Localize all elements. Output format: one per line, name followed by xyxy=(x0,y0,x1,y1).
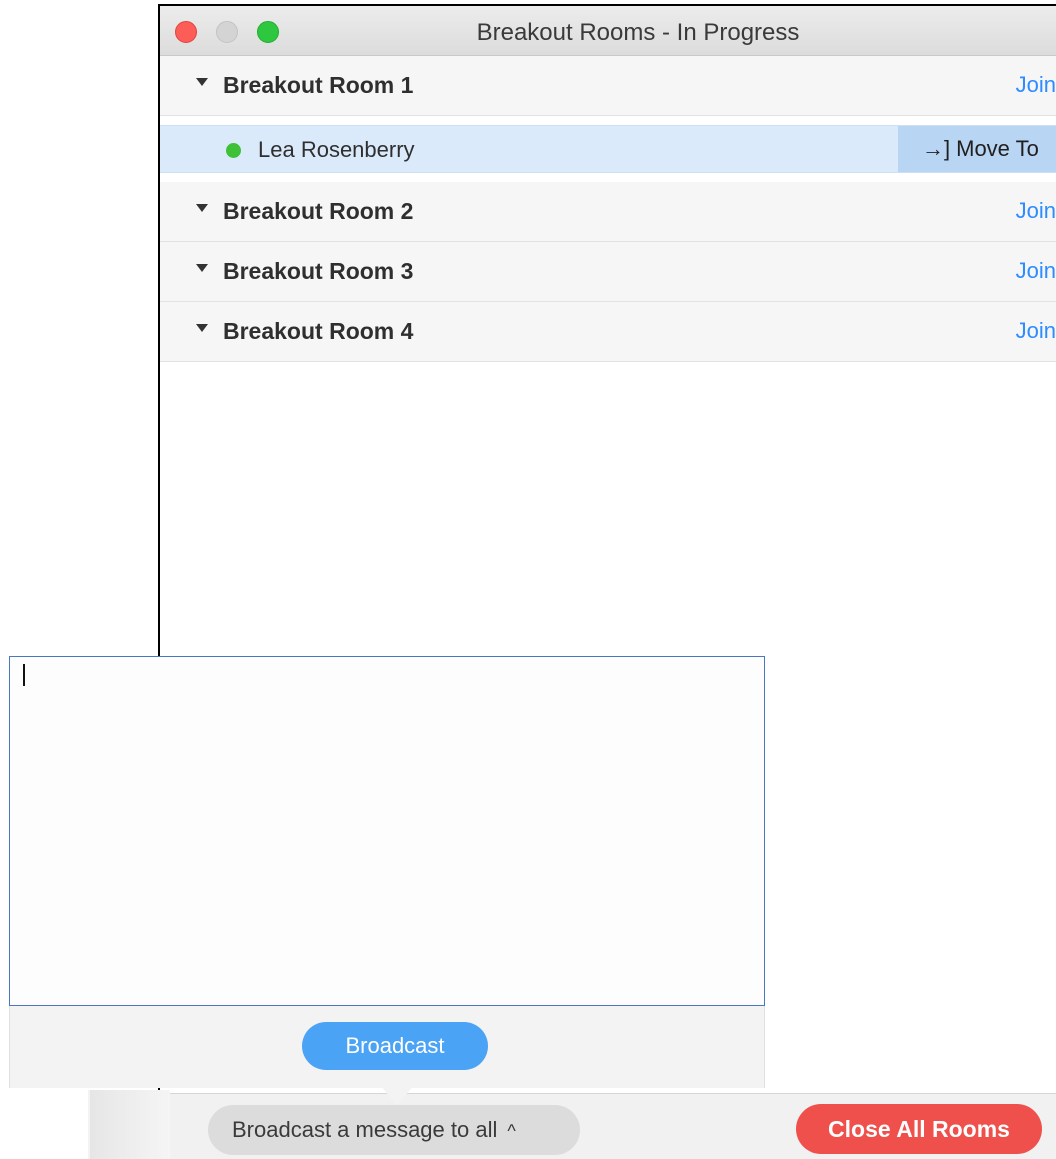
join-room-4-link[interactable]: Join xyxy=(1016,318,1056,344)
window-title: Breakout Rooms - In Progress xyxy=(476,19,800,46)
room-name: Breakout Room 4 xyxy=(223,318,414,344)
room-row-1[interactable]: Breakout Room 1 Join xyxy=(160,56,1056,116)
room-row-4[interactable]: Breakout Room 4 Join xyxy=(160,302,1056,362)
participant-status-dot-icon xyxy=(226,143,241,158)
broadcast-popup-footer: Broadcast xyxy=(9,1006,765,1088)
room-name: Breakout Room 1 xyxy=(223,72,414,98)
background-window-fragment xyxy=(0,1090,170,1159)
participant-row[interactable]: Lea Rosenberry →] Move To xyxy=(160,125,1056,173)
move-to-icon: →] xyxy=(922,136,951,161)
title-bar: Breakout Rooms - In Progress xyxy=(160,6,1056,56)
broadcast-popup: Broadcast xyxy=(9,656,765,1106)
background-panel xyxy=(0,1090,88,1159)
close-all-rooms-button[interactable]: Close All Rooms xyxy=(796,1104,1042,1154)
room-row-2[interactable]: Breakout Room 2 Join xyxy=(160,182,1056,242)
participant-name: Lea Rosenberry xyxy=(258,137,415,162)
background-panel xyxy=(90,1090,170,1159)
room-name: Breakout Room 2 xyxy=(223,198,414,224)
move-to-label: Move To xyxy=(956,136,1039,161)
room-list: Breakout Room 1 Join Lea Rosenberry →] Mo… xyxy=(160,56,1056,362)
join-room-1-link[interactable]: Join xyxy=(1016,72,1056,98)
spacer xyxy=(160,116,1056,125)
move-to-button[interactable]: →] Move To xyxy=(898,126,1056,172)
expand-caret-icon[interactable] xyxy=(196,264,208,272)
expand-caret-icon[interactable] xyxy=(196,324,208,332)
popup-pointer-arrow xyxy=(381,1086,413,1106)
room-row-3[interactable]: Breakout Room 3 Join xyxy=(160,242,1056,302)
broadcast-pill-label: Broadcast a message to all xyxy=(232,1117,498,1142)
broadcast-message-to-all-button[interactable]: Broadcast a message to all ^ xyxy=(208,1105,580,1155)
spacer xyxy=(160,173,1056,182)
text-cursor xyxy=(23,664,25,686)
chevron-up-icon: ^ xyxy=(507,1121,516,1141)
join-room-3-link[interactable]: Join xyxy=(1016,258,1056,284)
broadcast-message-input[interactable] xyxy=(9,656,765,1006)
broadcast-button[interactable]: Broadcast xyxy=(302,1022,488,1070)
room-name: Breakout Room 3 xyxy=(223,258,414,284)
expand-caret-icon[interactable] xyxy=(196,78,208,86)
expand-caret-icon[interactable] xyxy=(196,204,208,212)
join-room-2-link[interactable]: Join xyxy=(1016,198,1056,224)
